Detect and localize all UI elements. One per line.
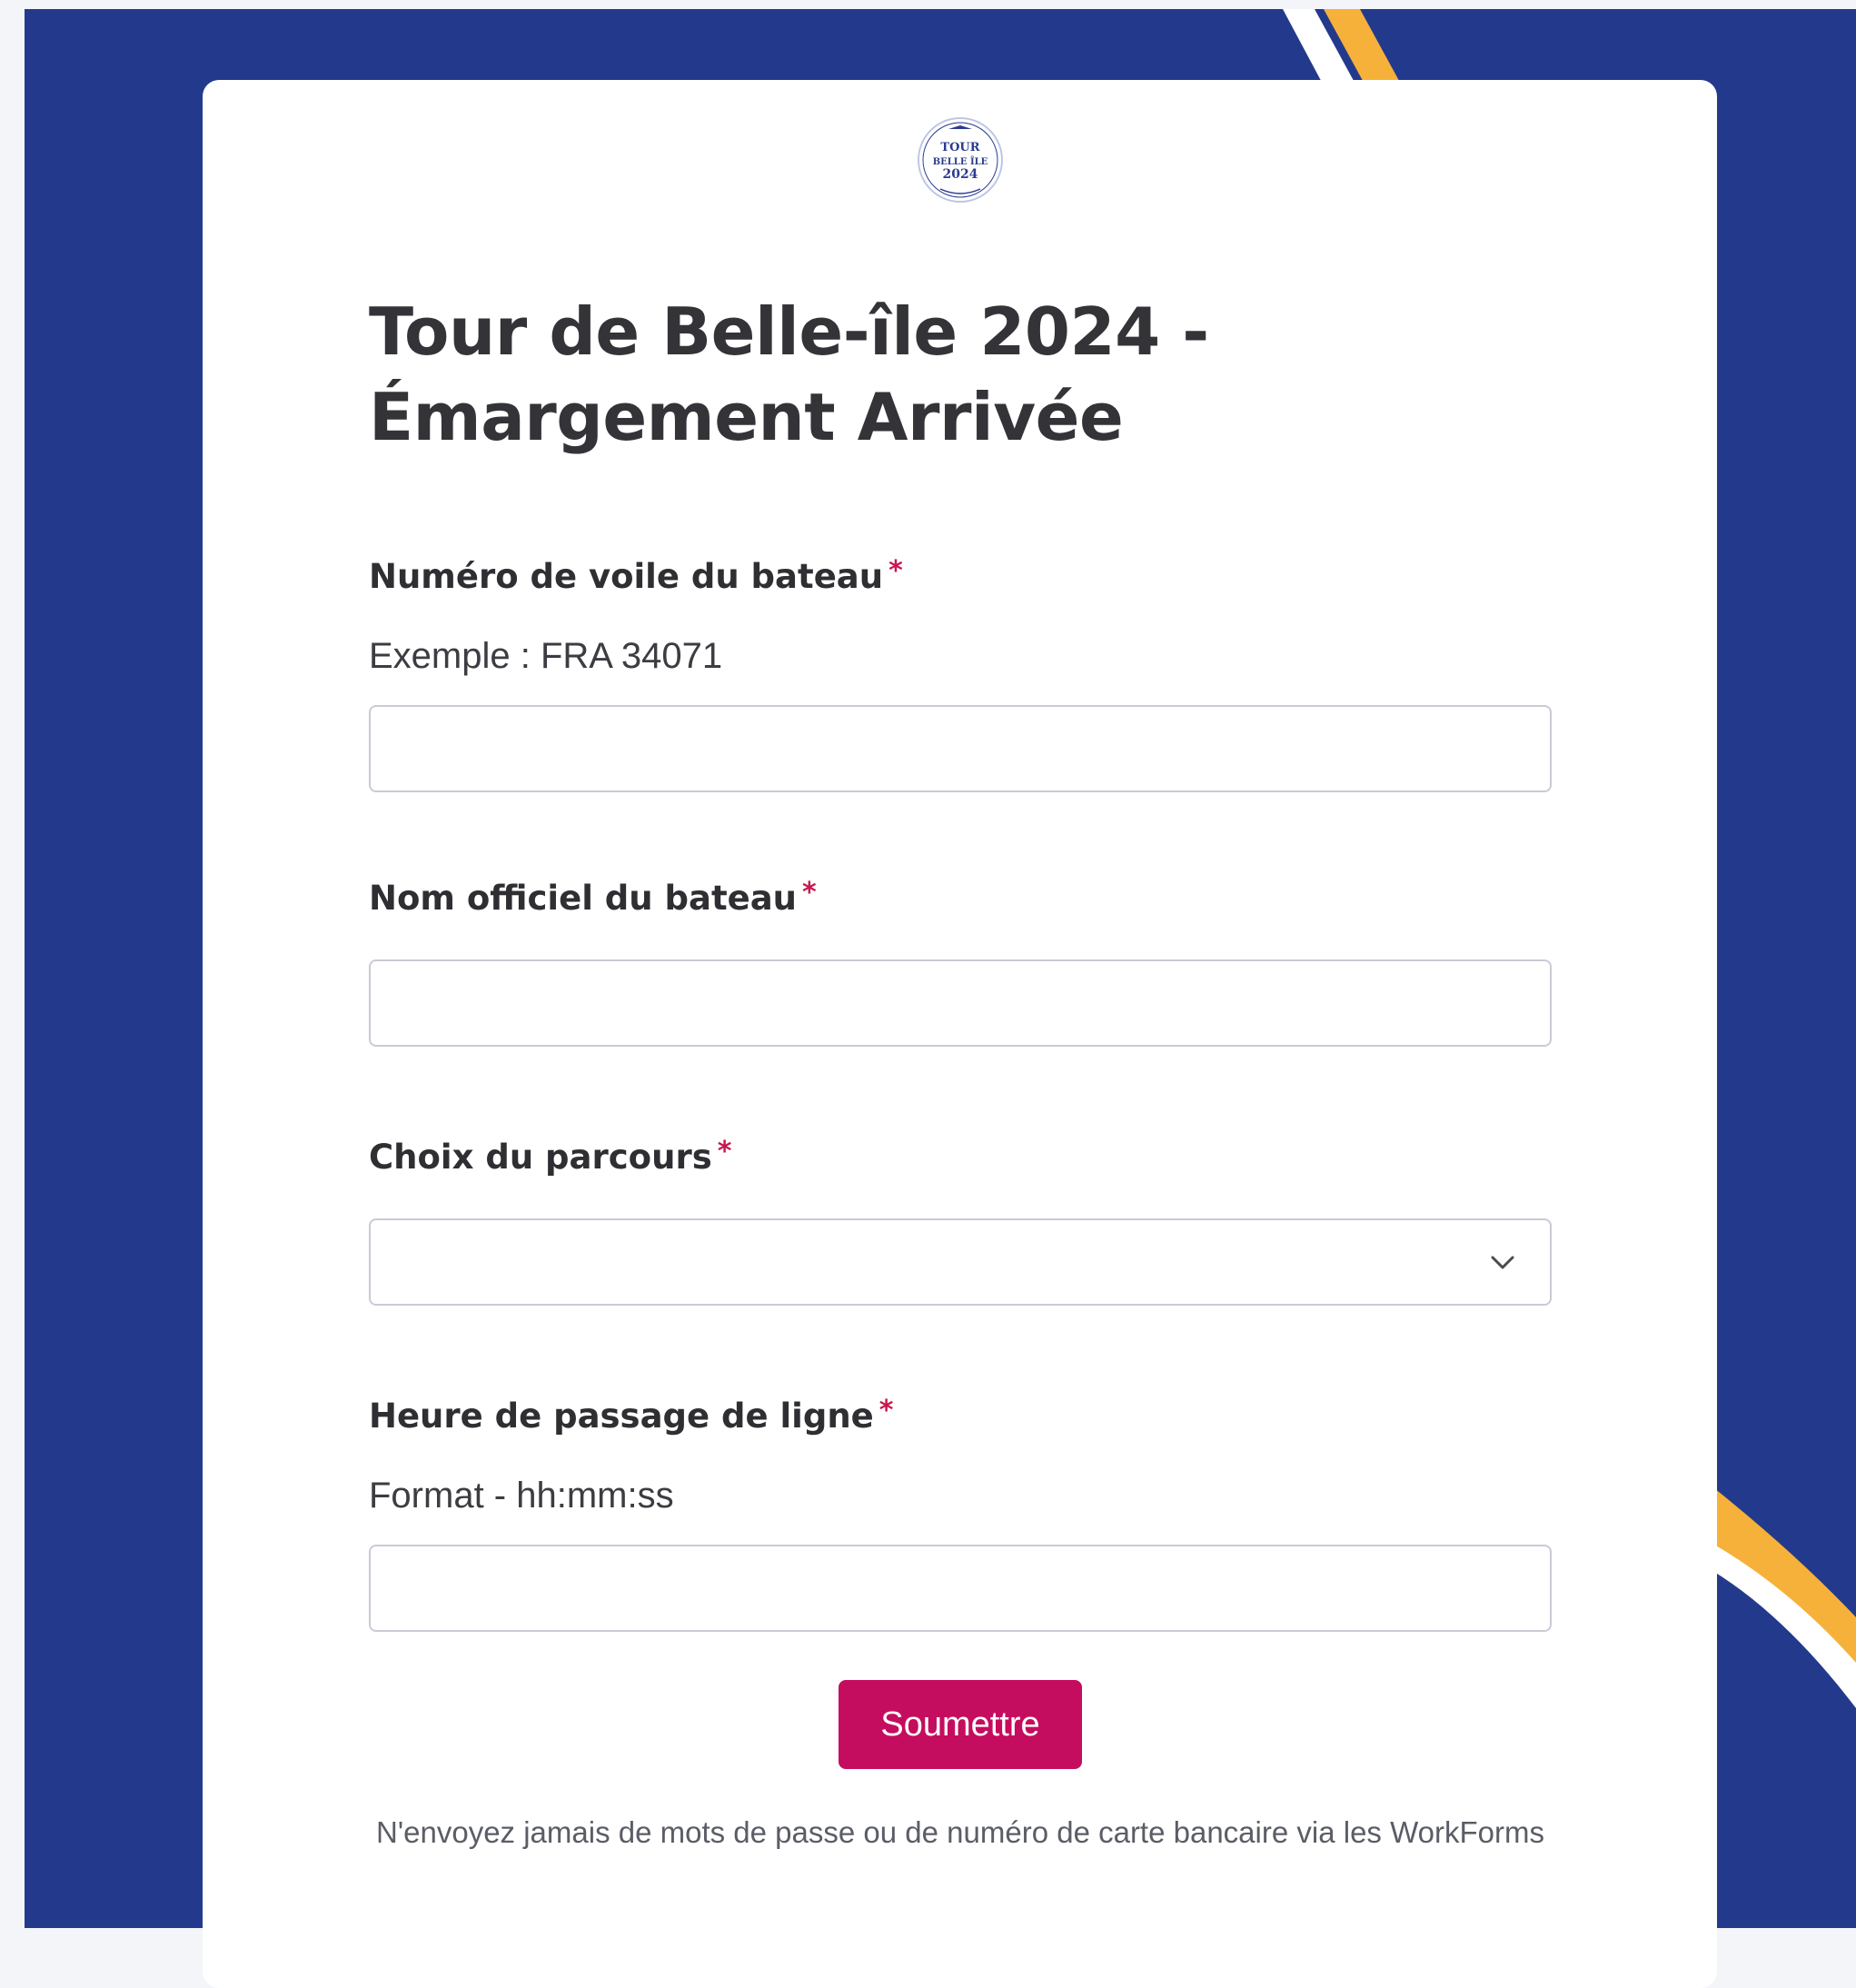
field-crossing-time: Heure de passage de ligne * Format - hh:m… bbox=[369, 1394, 1552, 1632]
field-course-choice: Choix du parcours * bbox=[369, 1135, 1552, 1306]
field-boat-name: Nom officiel du bateau * bbox=[369, 876, 1552, 1047]
course-select[interactable] bbox=[369, 1218, 1552, 1306]
form-title: Tour de Belle-île 2024 - Émargement Arri… bbox=[369, 293, 1209, 455]
required-mark: * bbox=[802, 877, 817, 909]
field-hint: Exemple : FRA 34071 bbox=[369, 636, 723, 676]
required-mark: * bbox=[717, 1136, 732, 1168]
field-label-text: Heure de passage de ligne bbox=[369, 1397, 874, 1436]
field-sail-number: Numéro de voile du bateau * Exemple : FRA… bbox=[369, 554, 1552, 792]
form-card: TOUR BELLE ÎLE 2024 Tour de Belle-île 20… bbox=[203, 80, 1717, 1988]
logo-line-3: 2024 bbox=[943, 167, 978, 182]
field-hint: Format - hh:mm:ss bbox=[369, 1476, 674, 1516]
field-label: Choix du parcours * bbox=[369, 1135, 1552, 1180]
boat-name-input[interactable] bbox=[369, 959, 1552, 1047]
required-mark: * bbox=[878, 1395, 894, 1426]
field-label-text: Nom officiel du bateau bbox=[369, 879, 798, 918]
field-label-text: Choix du parcours bbox=[369, 1138, 712, 1177]
submit-button[interactable]: Soumettre bbox=[839, 1680, 1082, 1769]
logo-line-2: BELLE ÎLE bbox=[933, 156, 988, 167]
field-label: Heure de passage de ligne * bbox=[369, 1394, 1552, 1439]
crossing-time-input[interactable] bbox=[369, 1545, 1552, 1632]
logo-emblem-icon: TOUR BELLE ÎLE 2024 bbox=[918, 117, 1003, 203]
field-label: Nom officiel du bateau * bbox=[369, 876, 1552, 921]
field-label-text: Numéro de voile du bateau bbox=[369, 557, 884, 596]
logo-line-1: TOUR bbox=[940, 141, 979, 154]
required-mark: * bbox=[888, 555, 903, 587]
field-label: Numéro de voile du bateau * bbox=[369, 554, 1552, 600]
security-disclaimer: N'envoyez jamais de mots de passe ou de … bbox=[376, 1815, 1544, 1849]
sail-number-input[interactable] bbox=[369, 705, 1552, 792]
event-logo: TOUR BELLE ÎLE 2024 bbox=[917, 116, 1004, 204]
chevron-down-icon bbox=[1491, 1256, 1514, 1269]
